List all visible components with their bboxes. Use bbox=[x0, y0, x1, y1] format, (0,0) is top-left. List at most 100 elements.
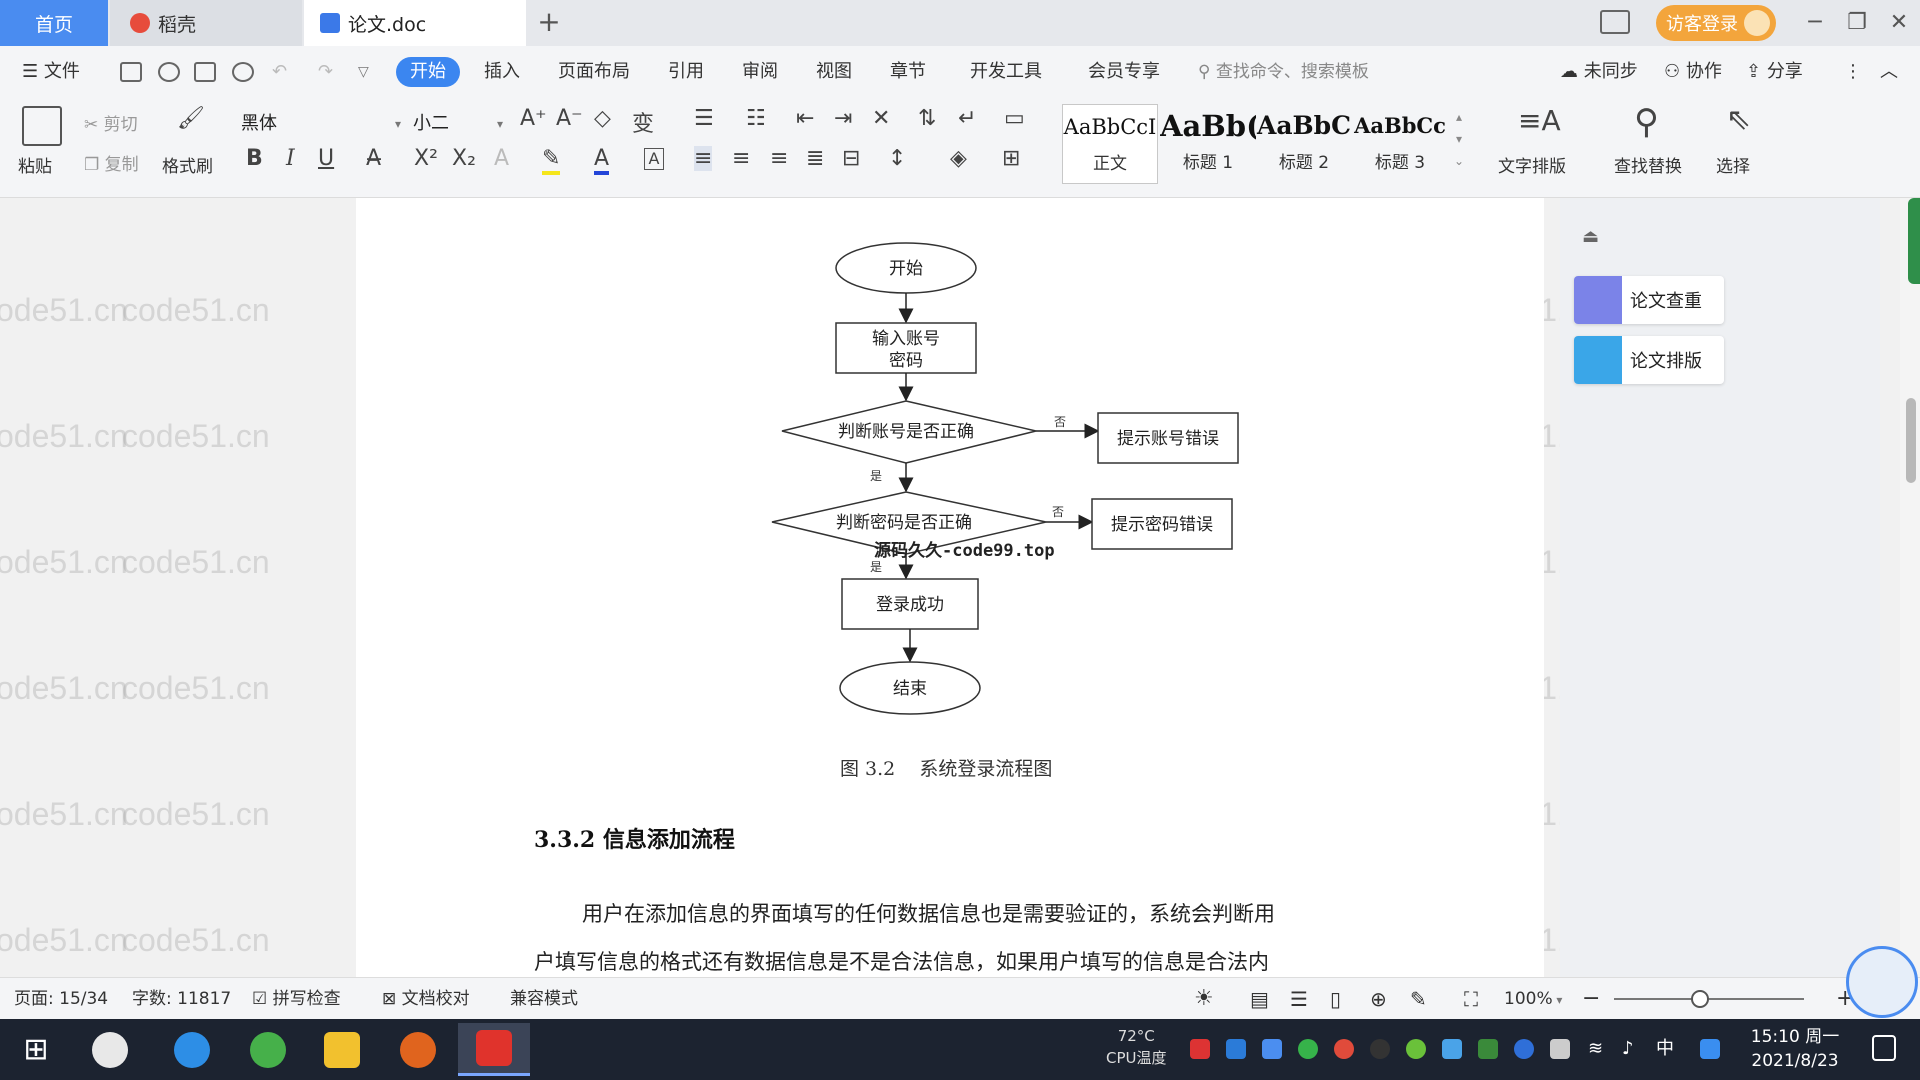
paste-icon[interactable] bbox=[22, 106, 62, 146]
collaborate-button[interactable]: ⚇ 协作 bbox=[1664, 46, 1722, 98]
tray-antivirus-icon[interactable] bbox=[1190, 1039, 1210, 1059]
style-heading-1[interactable]: AaBb( 标题 1 bbox=[1160, 104, 1256, 184]
bluetooth-icon[interactable] bbox=[1514, 1039, 1534, 1059]
ruler-icon[interactable]: ▭ bbox=[1004, 106, 1025, 131]
line-spacing-icon[interactable]: ↕ bbox=[888, 146, 906, 171]
tray-cloud-icon[interactable] bbox=[1442, 1039, 1462, 1059]
proofread-button[interactable]: ⊠ 文档校对 bbox=[382, 978, 470, 1020]
menu-reference[interactable]: 引用 bbox=[668, 46, 704, 98]
cursor-icon[interactable]: ⇖ bbox=[1726, 102, 1751, 137]
text-layout-button[interactable]: 文字排版 bbox=[1498, 152, 1566, 177]
notification-icon[interactable] bbox=[1872, 1035, 1896, 1061]
reading-view-icon[interactable]: ▯ bbox=[1330, 978, 1341, 1020]
assistant-avatar-icon[interactable] bbox=[1846, 946, 1918, 1018]
zoom-select[interactable]: 100% ▾ bbox=[1504, 978, 1562, 1020]
grow-font-icon[interactable]: A⁺ bbox=[520, 106, 547, 131]
align-right-icon[interactable]: ≡ bbox=[770, 146, 788, 171]
paper-layout-button[interactable]: 论文排版 bbox=[1574, 336, 1724, 384]
menu-member[interactable]: 会员专享 bbox=[1088, 46, 1160, 98]
bullet-list-icon[interactable]: ☰ bbox=[694, 106, 714, 131]
write-mode-icon[interactable]: ✎ bbox=[1410, 978, 1427, 1020]
more-icon[interactable]: ⋮ bbox=[1844, 46, 1862, 98]
tab-document[interactable]: 论文.doc bbox=[304, 0, 526, 46]
style-heading-3[interactable]: AaBbCc 标题 3 bbox=[1352, 104, 1448, 184]
taskbar-app-explorer[interactable] bbox=[306, 1023, 378, 1076]
collapse-panel-icon[interactable]: ⏏ bbox=[1582, 226, 1608, 252]
tray-network-app-icon[interactable] bbox=[1226, 1039, 1246, 1059]
vertical-scrollbar[interactable] bbox=[1900, 198, 1920, 977]
numbered-list-icon[interactable]: ☷ bbox=[746, 106, 766, 131]
fit-page-icon[interactable]: ⛶ bbox=[1464, 978, 1478, 1020]
tray-qq2-icon[interactable] bbox=[1370, 1039, 1390, 1059]
menu-chapter[interactable]: 章节 bbox=[890, 46, 926, 98]
print-icon[interactable] bbox=[194, 62, 216, 82]
scrollbar-thumb[interactable] bbox=[1906, 398, 1916, 483]
styles-scroll-icon[interactable]: ▴ ▾ ⌄ bbox=[1454, 106, 1464, 172]
command-search[interactable]: ⚲ 查找命令、搜索模板 bbox=[1198, 58, 1369, 86]
align-left-icon[interactable]: ≡ bbox=[694, 146, 713, 171]
text-effect-icon[interactable]: A bbox=[494, 146, 509, 171]
wifi-icon[interactable]: ≋ bbox=[1588, 1039, 1608, 1059]
zoom-out-icon[interactable]: − bbox=[1582, 978, 1600, 1020]
bold-icon[interactable]: B bbox=[246, 146, 263, 171]
start-button[interactable]: ⊞ bbox=[0, 1023, 72, 1076]
decrease-indent-icon[interactable]: ⇤ bbox=[796, 106, 814, 131]
restore-button[interactable]: ❐ bbox=[1842, 8, 1872, 38]
taskbar-app-game[interactable] bbox=[382, 1023, 454, 1076]
justify-icon[interactable]: ≣ bbox=[806, 146, 824, 171]
menu-insert[interactable]: 插入 bbox=[484, 46, 520, 98]
find-replace-button[interactable]: 查找替换 bbox=[1614, 152, 1682, 177]
clock[interactable]: 15:10 周一 2021/8/23 bbox=[1740, 1025, 1850, 1073]
page-indicator[interactable]: 页面: 15/34 bbox=[14, 978, 108, 1020]
subscript-icon[interactable]: X₂ bbox=[452, 146, 476, 171]
sync-status[interactable]: ☁ 未同步 bbox=[1560, 46, 1638, 98]
cut-button[interactable]: ✂ 剪切 bbox=[84, 110, 138, 135]
tab-daoke[interactable]: 稻壳 bbox=[110, 0, 302, 46]
figure-caption[interactable]: 图 3.2 系统登录流程图 bbox=[840, 754, 1052, 781]
style-normal[interactable]: AaBbCcI 正文 bbox=[1062, 104, 1158, 184]
spell-check-button[interactable]: ☑ 拼写检查 bbox=[252, 978, 341, 1020]
char-border-icon[interactable]: A bbox=[644, 148, 664, 170]
web-view-icon[interactable]: ⊕ bbox=[1370, 978, 1387, 1020]
tray-nvidia-icon[interactable] bbox=[1478, 1039, 1498, 1059]
undo-icon[interactable]: ↶ bbox=[272, 46, 287, 98]
tab-home[interactable]: 首页 bbox=[0, 0, 108, 46]
document-page[interactable]: 开始 输入账号 密码 判断账号是否正确 否 提示账号错误 是 判断密码是否正确 … bbox=[356, 198, 1544, 977]
format-painter-button[interactable]: 格式刷 bbox=[162, 152, 213, 177]
underline-icon[interactable]: U bbox=[318, 146, 334, 171]
export-icon[interactable] bbox=[158, 62, 180, 82]
close-button[interactable]: ✕ bbox=[1884, 8, 1914, 38]
font-name-select[interactable]: 黑体 ▾ bbox=[240, 108, 406, 138]
borders-icon[interactable]: ⊞ bbox=[1002, 146, 1020, 171]
superscript-icon[interactable]: X² bbox=[414, 146, 438, 171]
word-count[interactable]: 字数: 11817 bbox=[132, 978, 231, 1020]
paragraph-marks-icon[interactable]: ↵ bbox=[958, 106, 976, 131]
distributed-icon[interactable]: ⊟ bbox=[842, 146, 860, 171]
taskbar-app-ie[interactable] bbox=[156, 1023, 228, 1076]
paragraph-line[interactable]: 户填写信息的格式还有数据信息是不是合法信息，如果用户填写的信息是合法内 bbox=[534, 946, 1269, 976]
increase-indent-icon[interactable]: ⇥ bbox=[834, 106, 852, 131]
outline-view-icon[interactable]: ☰ bbox=[1290, 978, 1308, 1020]
menu-review[interactable]: 审阅 bbox=[742, 46, 778, 98]
shading-icon[interactable]: ◈ bbox=[950, 146, 967, 171]
select-button[interactable]: 选择 bbox=[1716, 152, 1750, 177]
style-heading-2[interactable]: AaBbC 标题 2 bbox=[1256, 104, 1352, 184]
align-center-icon[interactable]: ≡ bbox=[732, 146, 750, 171]
battery-icon[interactable] bbox=[1550, 1039, 1570, 1059]
minimize-button[interactable]: ─ bbox=[1800, 8, 1830, 38]
tray-plus-icon[interactable] bbox=[1406, 1039, 1426, 1059]
menu-page-layout[interactable]: 页面布局 bbox=[558, 46, 630, 98]
tray-shield-icon[interactable] bbox=[1262, 1039, 1282, 1059]
tray-security-icon[interactable] bbox=[1298, 1039, 1318, 1059]
clear-format-icon[interactable]: ◇ bbox=[594, 106, 611, 131]
strikethrough-icon[interactable]: A̶ bbox=[366, 146, 381, 171]
menu-dev-tools[interactable]: 开发工具 bbox=[970, 46, 1042, 98]
format-painter-icon[interactable]: 🖌 bbox=[176, 106, 206, 146]
menu-view[interactable]: 视图 bbox=[816, 46, 852, 98]
share-button[interactable]: ⇪ 分享 bbox=[1746, 46, 1803, 98]
eye-protect-icon[interactable]: ☀ bbox=[1194, 978, 1214, 1020]
taskbar-app-browser[interactable] bbox=[232, 1023, 304, 1076]
tray-q-icon[interactable] bbox=[1700, 1039, 1720, 1059]
magnifier-icon[interactable]: ⚲ bbox=[1634, 102, 1659, 142]
font-color-icon[interactable]: A bbox=[594, 146, 610, 175]
